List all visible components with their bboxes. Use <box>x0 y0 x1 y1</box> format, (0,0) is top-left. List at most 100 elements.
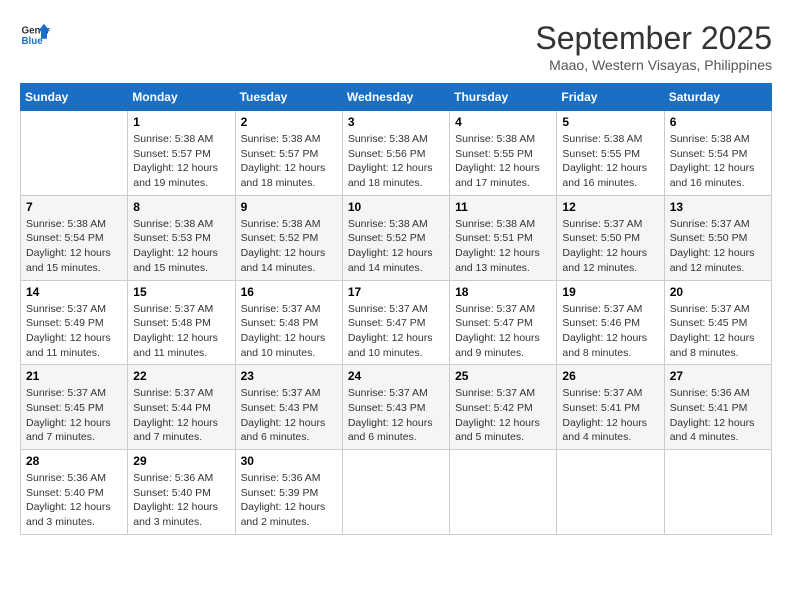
day-info: Sunrise: 5:38 AMSunset: 5:57 PMDaylight:… <box>241 132 337 191</box>
calendar-cell: 11Sunrise: 5:38 AMSunset: 5:51 PMDayligh… <box>450 195 557 280</box>
day-info: Sunrise: 5:36 AMSunset: 5:40 PMDaylight:… <box>133 471 229 530</box>
day-info: Sunrise: 5:37 AMSunset: 5:42 PMDaylight:… <box>455 386 551 445</box>
day-info: Sunrise: 5:36 AMSunset: 5:40 PMDaylight:… <box>26 471 122 530</box>
calendar-cell: 6 Sunrise: 5:38 AMSunset: 5:54 PMDaylight… <box>664 111 771 196</box>
calendar-cell: 18 Sunrise: 5:37 AMSunset: 5:47 PMDayligh… <box>450 280 557 365</box>
day-info: Sunrise: 5:37 AMSunset: 5:50 PMDaylight:… <box>670 217 766 276</box>
day-number: 30 <box>241 454 337 468</box>
calendar-cell <box>450 450 557 535</box>
calendar-week-5: 28 Sunrise: 5:36 AMSunset: 5:40 PMDayligh… <box>21 450 772 535</box>
day-info: Sunrise: 5:38 AMSunset: 5:52 PMDaylight:… <box>241 217 337 276</box>
calendar-cell: 30 Sunrise: 5:36 AMSunset: 5:39 PMDayligh… <box>235 450 342 535</box>
calendar-cell: 17 Sunrise: 5:37 AMSunset: 5:47 PMDayligh… <box>342 280 449 365</box>
calendar-cell: 1 Sunrise: 5:38 AMSunset: 5:57 PMDaylight… <box>128 111 235 196</box>
calendar-cell: 2Sunrise: 5:38 AMSunset: 5:57 PMDaylight… <box>235 111 342 196</box>
calendar-cell: 7Sunrise: 5:38 AMSunset: 5:54 PMDaylight… <box>21 195 128 280</box>
day-info: Sunrise: 5:37 AMSunset: 5:48 PMDaylight:… <box>133 302 229 361</box>
day-number: 23 <box>241 369 337 383</box>
logo-icon: General Blue <box>20 20 50 50</box>
day-info: Sunrise: 5:37 AMSunset: 5:47 PMDaylight:… <box>455 302 551 361</box>
day-header-thursday: Thursday <box>450 84 557 111</box>
calendar-table: SundayMondayTuesdayWednesdayThursdayFrid… <box>20 83 772 535</box>
day-number: 12 <box>562 200 658 214</box>
calendar-cell: 4Sunrise: 5:38 AMSunset: 5:55 PMDaylight… <box>450 111 557 196</box>
day-number: 9 <box>241 200 337 214</box>
calendar-cell: 15 Sunrise: 5:37 AMSunset: 5:48 PMDayligh… <box>128 280 235 365</box>
day-info: Sunrise: 5:37 AMSunset: 5:43 PMDaylight:… <box>241 386 337 445</box>
calendar-cell: 27 Sunrise: 5:36 AMSunset: 5:41 PMDayligh… <box>664 365 771 450</box>
calendar-cell: 21 Sunrise: 5:37 AMSunset: 5:45 PMDayligh… <box>21 365 128 450</box>
day-number: 18 <box>455 285 551 299</box>
day-info: Sunrise: 5:37 AMSunset: 5:43 PMDaylight:… <box>348 386 444 445</box>
day-info: Sunrise: 5:37 AMSunset: 5:50 PMDaylight:… <box>562 217 658 276</box>
day-number: 3 <box>348 115 444 129</box>
day-header-saturday: Saturday <box>664 84 771 111</box>
svg-text:Blue: Blue <box>22 36 44 47</box>
calendar-header: SundayMondayTuesdayWednesdayThursdayFrid… <box>21 84 772 111</box>
calendar-cell <box>557 450 664 535</box>
title-block: September 2025 Maao, Western Visayas, Ph… <box>535 20 772 73</box>
day-header-friday: Friday <box>557 84 664 111</box>
day-header-monday: Monday <box>128 84 235 111</box>
day-number: 5 <box>562 115 658 129</box>
day-info: Sunrise: 5:38 AMSunset: 5:55 PMDaylight:… <box>562 132 658 191</box>
calendar-cell: 19 Sunrise: 5:37 AMSunset: 5:46 PMDayligh… <box>557 280 664 365</box>
day-info: Sunrise: 5:38 AMSunset: 5:52 PMDaylight:… <box>348 217 444 276</box>
day-number: 28 <box>26 454 122 468</box>
day-number: 16 <box>241 285 337 299</box>
day-number: 6 <box>670 115 766 129</box>
calendar-week-2: 7Sunrise: 5:38 AMSunset: 5:54 PMDaylight… <box>21 195 772 280</box>
day-number: 25 <box>455 369 551 383</box>
day-info: Sunrise: 5:37 AMSunset: 5:46 PMDaylight:… <box>562 302 658 361</box>
day-number: 17 <box>348 285 444 299</box>
day-info: Sunrise: 5:37 AMSunset: 5:48 PMDaylight:… <box>241 302 337 361</box>
calendar-cell: 16 Sunrise: 5:37 AMSunset: 5:48 PMDayligh… <box>235 280 342 365</box>
day-info: Sunrise: 5:37 AMSunset: 5:45 PMDaylight:… <box>670 302 766 361</box>
day-info: Sunrise: 5:38 AMSunset: 5:57 PMDaylight:… <box>133 132 229 191</box>
calendar-cell: 22Sunrise: 5:37 AMSunset: 5:44 PMDayligh… <box>128 365 235 450</box>
calendar-cell: 29Sunrise: 5:36 AMSunset: 5:40 PMDayligh… <box>128 450 235 535</box>
day-number: 24 <box>348 369 444 383</box>
day-number: 1 <box>133 115 229 129</box>
calendar-cell: 13 Sunrise: 5:37 AMSunset: 5:50 PMDayligh… <box>664 195 771 280</box>
day-info: Sunrise: 5:38 AMSunset: 5:51 PMDaylight:… <box>455 217 551 276</box>
location-title: Maao, Western Visayas, Philippines <box>535 57 772 73</box>
day-info: Sunrise: 5:38 AMSunset: 5:54 PMDaylight:… <box>26 217 122 276</box>
calendar-cell <box>664 450 771 535</box>
day-number: 21 <box>26 369 122 383</box>
calendar-cell: 23 Sunrise: 5:37 AMSunset: 5:43 PMDayligh… <box>235 365 342 450</box>
calendar-cell: 20Sunrise: 5:37 AMSunset: 5:45 PMDayligh… <box>664 280 771 365</box>
day-number: 22 <box>133 369 229 383</box>
calendar-week-4: 21 Sunrise: 5:37 AMSunset: 5:45 PMDayligh… <box>21 365 772 450</box>
calendar-cell: 12 Sunrise: 5:37 AMSunset: 5:50 PMDayligh… <box>557 195 664 280</box>
day-info: Sunrise: 5:38 AMSunset: 5:54 PMDaylight:… <box>670 132 766 191</box>
day-number: 27 <box>670 369 766 383</box>
calendar-cell: 14Sunrise: 5:37 AMSunset: 5:49 PMDayligh… <box>21 280 128 365</box>
day-info: Sunrise: 5:37 AMSunset: 5:41 PMDaylight:… <box>562 386 658 445</box>
calendar-week-3: 14Sunrise: 5:37 AMSunset: 5:49 PMDayligh… <box>21 280 772 365</box>
day-info: Sunrise: 5:36 AMSunset: 5:41 PMDaylight:… <box>670 386 766 445</box>
day-header-tuesday: Tuesday <box>235 84 342 111</box>
calendar-cell: 10 Sunrise: 5:38 AMSunset: 5:52 PMDayligh… <box>342 195 449 280</box>
day-number: 15 <box>133 285 229 299</box>
page-header: General Blue September 2025 Maao, Wester… <box>20 20 772 73</box>
calendar-cell: 3 Sunrise: 5:38 AMSunset: 5:56 PMDaylight… <box>342 111 449 196</box>
calendar-cell: 26Sunrise: 5:37 AMSunset: 5:41 PMDayligh… <box>557 365 664 450</box>
day-number: 14 <box>26 285 122 299</box>
month-title: September 2025 <box>535 20 772 57</box>
day-number: 19 <box>562 285 658 299</box>
day-number: 10 <box>348 200 444 214</box>
day-info: Sunrise: 5:37 AMSunset: 5:47 PMDaylight:… <box>348 302 444 361</box>
calendar-cell: 25 Sunrise: 5:37 AMSunset: 5:42 PMDayligh… <box>450 365 557 450</box>
day-info: Sunrise: 5:37 AMSunset: 5:45 PMDaylight:… <box>26 386 122 445</box>
calendar-week-1: 1 Sunrise: 5:38 AMSunset: 5:57 PMDaylight… <box>21 111 772 196</box>
calendar-cell: 28 Sunrise: 5:36 AMSunset: 5:40 PMDayligh… <box>21 450 128 535</box>
calendar-cell: 9 Sunrise: 5:38 AMSunset: 5:52 PMDaylight… <box>235 195 342 280</box>
calendar-cell: 24 Sunrise: 5:37 AMSunset: 5:43 PMDayligh… <box>342 365 449 450</box>
day-info: Sunrise: 5:38 AMSunset: 5:56 PMDaylight:… <box>348 132 444 191</box>
calendar-cell <box>21 111 128 196</box>
calendar-cell <box>342 450 449 535</box>
day-info: Sunrise: 5:38 AMSunset: 5:53 PMDaylight:… <box>133 217 229 276</box>
day-number: 13 <box>670 200 766 214</box>
day-info: Sunrise: 5:36 AMSunset: 5:39 PMDaylight:… <box>241 471 337 530</box>
